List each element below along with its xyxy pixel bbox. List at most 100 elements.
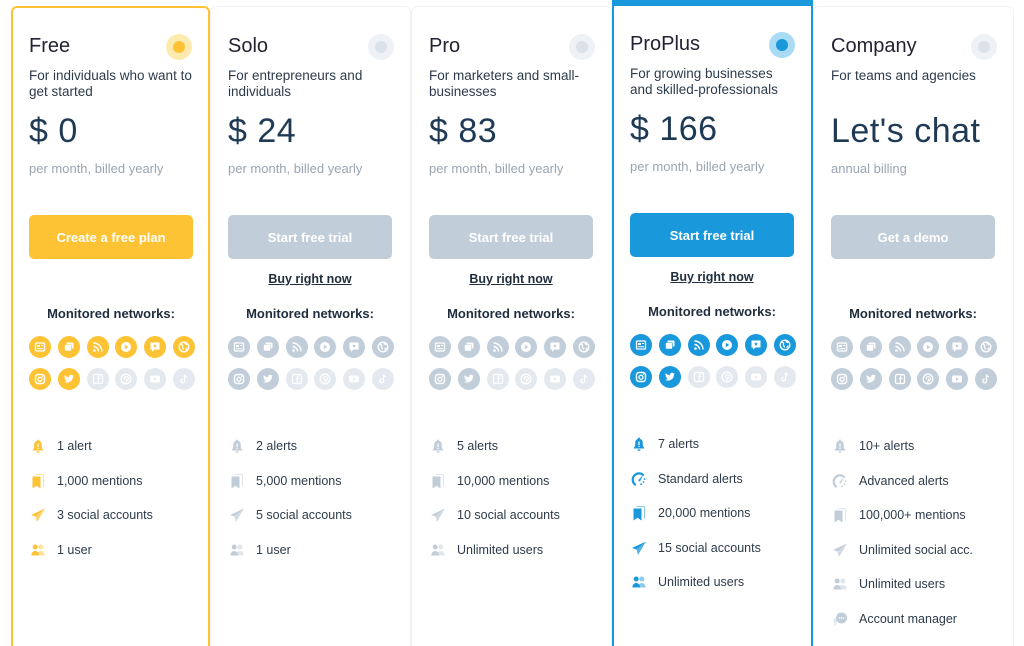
forums-icon <box>859 336 882 358</box>
bookmark-icon <box>831 507 848 524</box>
feature-text: 1 alert <box>57 439 92 454</box>
instagram-icon <box>429 368 451 390</box>
plan-content: Solo For entrepreneurs and individuals $ 2… <box>228 33 396 557</box>
pinterest-icon <box>716 366 739 388</box>
plan-card-proplus[interactable]: ProPlus For growing businesses and skille… <box>612 0 813 646</box>
feature-item: 5,000 mentions <box>228 464 398 499</box>
plan-card-free[interactable]: Free For individuals who want to get star… <box>11 6 210 646</box>
plan-description: For marketers and small-businesses <box>429 68 580 99</box>
plan-card-pro[interactable]: Pro For marketers and small-businesses $ 8… <box>411 6 612 646</box>
youtube-icon <box>343 368 366 390</box>
monitored-networks-grid <box>630 334 796 388</box>
bookmark-icon <box>429 472 446 489</box>
plan-radio-button[interactable] <box>971 34 997 60</box>
gauge-icon <box>831 472 848 489</box>
feature-text: Unlimited users <box>658 575 745 590</box>
plan-radio-button[interactable] <box>368 34 394 60</box>
reviews-icon <box>745 334 768 356</box>
plan-cta-button[interactable]: Start free trial <box>630 213 794 257</box>
feature-text: Standard alerts <box>658 471 743 486</box>
monitored-networks-grid <box>228 336 394 390</box>
plan-content: ProPlus For growing businesses and skille… <box>630 31 797 589</box>
radio-dot-icon <box>173 41 185 53</box>
plan-billing: per month, billed yearly <box>228 161 363 176</box>
monitored-networks-label: Monitored networks: <box>47 306 175 321</box>
facebook-icon <box>888 368 911 390</box>
plan-cta-button[interactable]: Create a free plan <box>29 215 193 259</box>
radio-dot-icon <box>776 39 788 51</box>
plan-cta-button[interactable]: Start free trial <box>429 215 593 259</box>
video-icon <box>314 336 337 358</box>
web-icon <box>172 336 195 358</box>
plan-card-company[interactable]: Company For teams and agencies Let's chat a… <box>813 6 1014 646</box>
instagram-icon <box>630 366 652 388</box>
tiktok-icon <box>371 368 394 390</box>
plan-content: Pro For marketers and small-businesses $ 8… <box>429 33 597 557</box>
forums-icon <box>57 336 80 358</box>
pinterest-icon <box>917 368 940 390</box>
bookmark-icon <box>228 472 245 489</box>
feature-text: 5,000 mentions <box>256 473 342 488</box>
tiktok-icon <box>172 368 195 390</box>
feature-text: 7 alerts <box>658 437 699 452</box>
youtube-icon <box>544 368 567 390</box>
monitored-networks-label: Monitored networks: <box>849 306 977 321</box>
plan-cta-button[interactable]: Get a demo <box>831 215 995 259</box>
feature-text: 1 user <box>57 542 92 557</box>
plan-radio-button[interactable] <box>769 32 795 58</box>
plan-price: $ 0 <box>29 112 78 150</box>
feature-text: 1 user <box>256 542 291 557</box>
feature-item: 5 alerts <box>429 429 599 464</box>
feature-text: 20,000 mentions <box>658 506 751 521</box>
news-icon <box>630 334 652 356</box>
reviews-icon <box>946 336 969 358</box>
plan-radio-button[interactable] <box>166 34 192 60</box>
plan-billing: per month, billed yearly <box>429 161 564 176</box>
monitored-networks-grid <box>429 336 595 390</box>
feature-item: 100,000+ mentions <box>831 498 1001 533</box>
plan-content: Company For teams and agencies Let's chat a… <box>831 33 999 626</box>
buy-right-now-link[interactable]: Buy right now <box>630 270 794 284</box>
reviews-icon <box>544 336 567 358</box>
rss-icon <box>486 336 509 358</box>
tiktok-icon <box>572 368 595 390</box>
radio-dot-icon <box>375 41 387 53</box>
video-icon <box>515 336 538 358</box>
paper-plane-icon <box>29 507 46 524</box>
radio-dot-icon <box>576 41 588 53</box>
forums-icon <box>658 334 681 356</box>
plan-price: $ 166 <box>630 110 718 148</box>
feature-item: Unlimited users <box>630 565 800 600</box>
monitored-networks-grid <box>29 336 195 390</box>
buy-right-now-link[interactable]: Buy right now <box>228 272 392 286</box>
feature-item: 1 user <box>228 533 398 568</box>
feature-text: 1,000 mentions <box>57 473 143 488</box>
rss-icon <box>86 336 109 358</box>
plan-price: $ 24 <box>228 112 297 150</box>
feature-text: 100,000+ mentions <box>859 508 966 523</box>
feature-item: 3 social accounts <box>29 498 199 533</box>
bell-icon <box>630 436 647 453</box>
facebook-icon <box>486 368 509 390</box>
bell-icon <box>429 438 446 455</box>
plan-radio-button[interactable] <box>569 34 595 60</box>
plan-card-solo[interactable]: Solo For entrepreneurs and individuals $ 2… <box>210 6 411 646</box>
feature-text: 15 social accounts <box>658 540 761 555</box>
bell-icon <box>831 438 848 455</box>
instagram-icon <box>831 368 853 390</box>
facebook-icon <box>86 368 109 390</box>
youtube-icon <box>946 368 969 390</box>
feature-item: 1,000 mentions <box>29 464 199 499</box>
plan-cta-button[interactable]: Start free trial <box>228 215 392 259</box>
feature-list: 7 alerts Standard alerts 20,000 mentions 15… <box>630 427 800 600</box>
twitter-icon <box>457 368 480 390</box>
twitter-icon <box>859 368 882 390</box>
feature-text: 5 social accounts <box>256 508 352 523</box>
gauge-icon <box>630 470 647 487</box>
paper-plane-icon <box>630 539 647 556</box>
monitored-networks-label: Monitored networks: <box>648 304 776 319</box>
users-icon <box>630 574 647 591</box>
buy-right-now-link[interactable]: Buy right now <box>429 272 593 286</box>
plan-price: Let's chat <box>831 112 981 150</box>
paper-plane-icon <box>429 507 446 524</box>
